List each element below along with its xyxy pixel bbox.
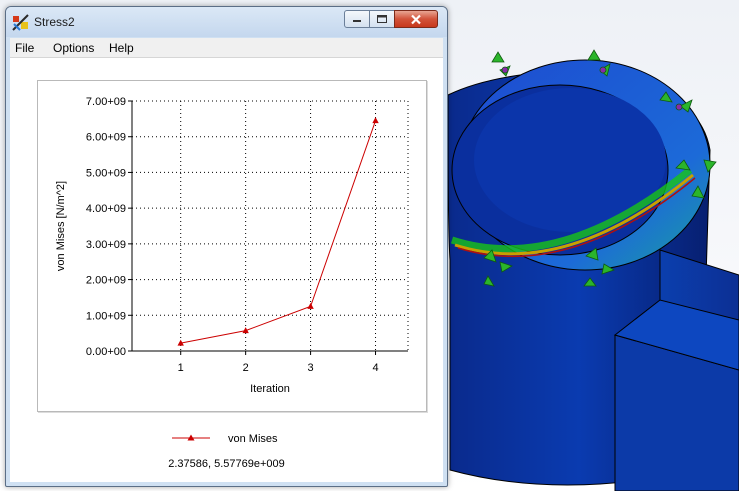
y-axis-title: von Mises [N/m^2] bbox=[55, 181, 67, 271]
cursor-coordinate-readout: 2.37586, 5.57769e+009 bbox=[168, 458, 285, 470]
menu-bar: File Options Help bbox=[10, 38, 443, 58]
y-tick-label: 7.00+09 bbox=[86, 96, 126, 108]
close-button[interactable] bbox=[394, 10, 438, 28]
y-tick-labels: 0.00+00 1.00+09 2.00+09 3.00+09 4.00+09 5.00+… bbox=[86, 96, 126, 358]
x-tick-labels: 1 2 3 4 bbox=[178, 362, 379, 374]
minimize-button[interactable] bbox=[344, 10, 370, 28]
y-tick-label: 1.00+09 bbox=[86, 310, 126, 322]
window-title: Stress2 bbox=[34, 15, 75, 29]
x-tick-label: 4 bbox=[372, 362, 378, 374]
x-tick-label: 3 bbox=[308, 362, 314, 374]
y-tick-label: 0.00+00 bbox=[86, 346, 126, 358]
x-tick-label: 2 bbox=[243, 362, 249, 374]
legend-label-von-mises: von Mises bbox=[228, 433, 278, 445]
maximize-button[interactable] bbox=[369, 10, 395, 28]
series-line-von-mises bbox=[180, 120, 377, 344]
chart-grid bbox=[132, 100, 409, 351]
menu-help[interactable]: Help bbox=[109, 41, 134, 55]
data-point-marker bbox=[307, 302, 314, 309]
line-chart[interactable]: 0.00+00 1.00+09 2.00+09 3.00+09 4.00+09 5.00+… bbox=[38, 81, 426, 411]
menu-options[interactable]: Options bbox=[53, 41, 94, 55]
x-tick-label: 1 bbox=[178, 362, 184, 374]
stress-plot-window[interactable]: Stress2 File Options Help 0.00+00 1.00+09… bbox=[5, 6, 448, 487]
y-tick-label: 4.00+09 bbox=[86, 203, 126, 215]
close-icon bbox=[411, 14, 421, 24]
y-tick-label: 3.00+09 bbox=[86, 239, 126, 251]
y-tick-label: 5.00+09 bbox=[86, 167, 126, 179]
data-point-marker bbox=[372, 117, 379, 124]
y-tick-label: 2.00+09 bbox=[86, 275, 126, 287]
menu-file[interactable]: File bbox=[15, 41, 34, 55]
y-tick-label: 6.00+09 bbox=[86, 132, 126, 144]
chart-axes bbox=[128, 100, 408, 355]
plot-client-area: 0.00+00 1.00+09 2.00+09 3.00+09 4.00+09 5.00+… bbox=[10, 58, 443, 482]
minimize-icon bbox=[353, 20, 361, 22]
title-bar[interactable]: Stress2 bbox=[6, 7, 447, 37]
restore-icon bbox=[377, 15, 387, 23]
chart-frame[interactable]: 0.00+00 1.00+09 2.00+09 3.00+09 4.00+09 5.00+… bbox=[37, 80, 427, 412]
series-von-mises bbox=[177, 117, 379, 346]
x-axis-title: Iteration bbox=[250, 383, 290, 395]
app-icon bbox=[12, 14, 29, 31]
legend-swatch-von-mises bbox=[172, 434, 210, 441]
